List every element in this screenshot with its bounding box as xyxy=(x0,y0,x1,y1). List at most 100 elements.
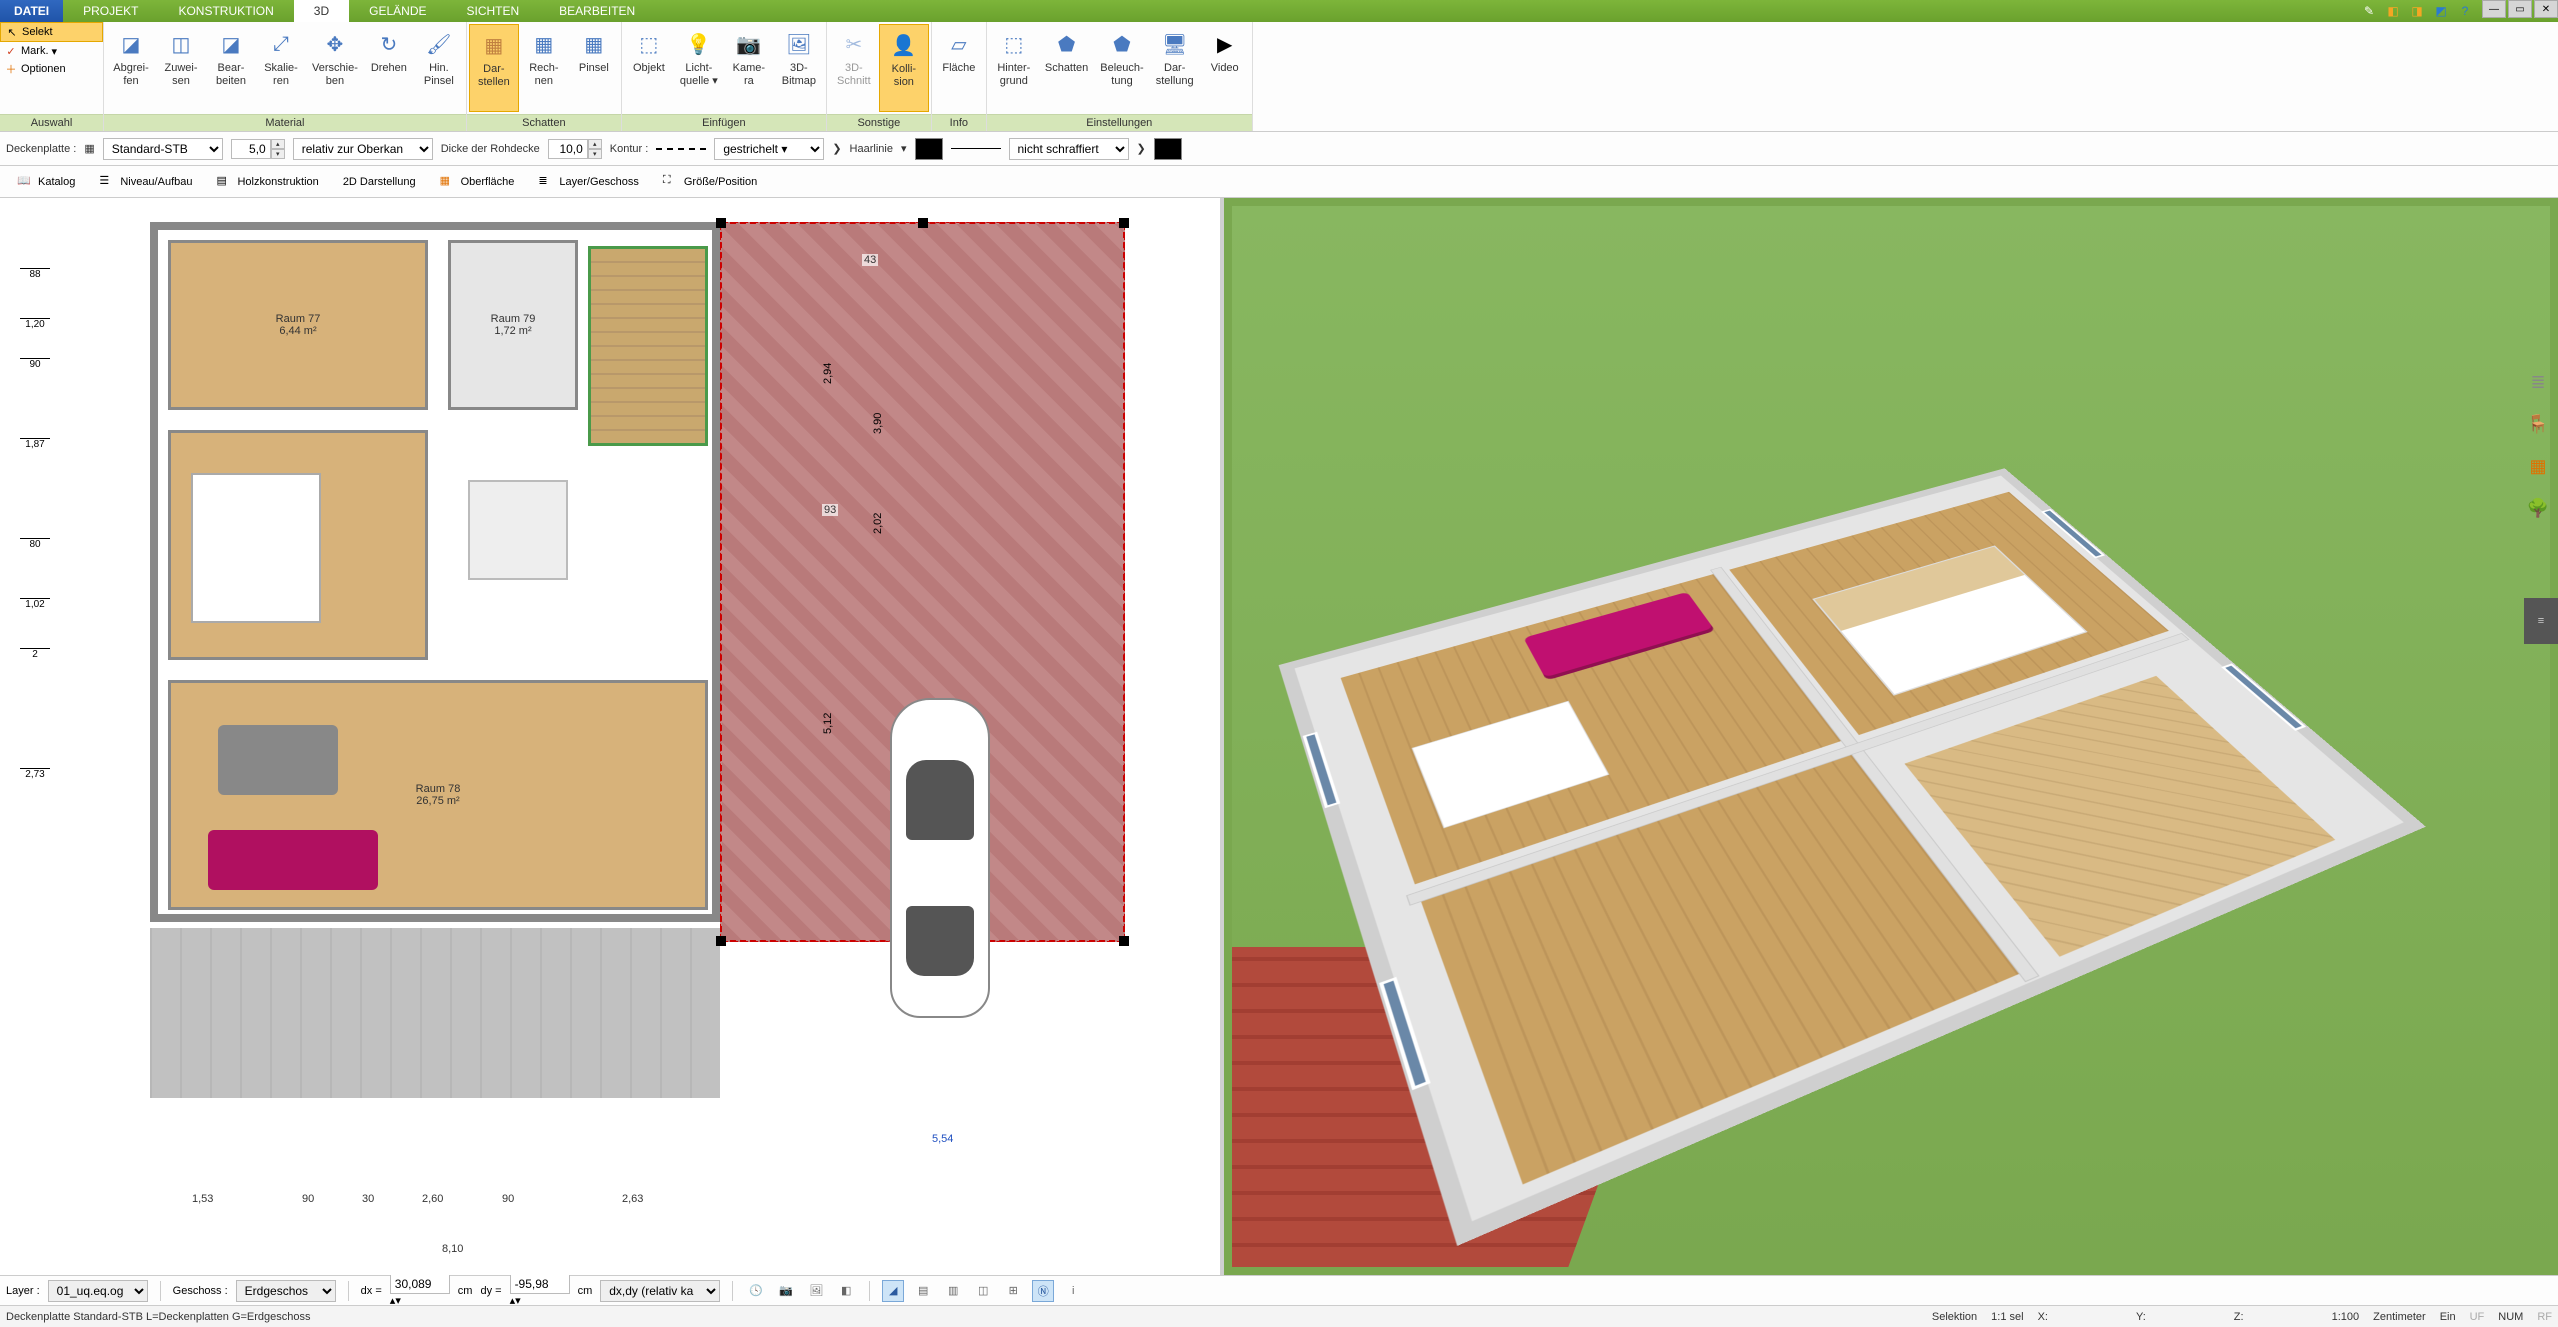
tab-3d[interactable]: 3D xyxy=(294,0,349,22)
dicke-spinner[interactable]: ▴▾ xyxy=(548,139,602,159)
iso-icon[interactable]: ◧ xyxy=(835,1280,857,1302)
north-icon[interactable]: Ⓝ xyxy=(1032,1280,1054,1302)
scene-icon[interactable]: 🖼 xyxy=(805,1280,827,1302)
groesseposition-button[interactable]: ⛶Größe/Position xyxy=(652,169,768,195)
selekt-button[interactable]: ↖Selekt xyxy=(0,22,103,42)
hintergrund-button[interactable]: ⬚Hinter- grund xyxy=(989,24,1039,112)
up-icon[interactable]: ▴ xyxy=(271,139,285,149)
abgreifen-button[interactable]: ◪Abgrei- fen xyxy=(106,24,156,112)
tab-bearbeiten[interactable]: BEARBEITEN xyxy=(539,0,655,22)
3dschnitt-button[interactable]: ✂3D- Schnitt xyxy=(829,24,879,112)
panel-handle[interactable]: ≡ xyxy=(2524,598,2558,644)
zuweisen-button[interactable]: ◫Zuwei- sen xyxy=(156,24,206,112)
info-icon[interactable]: i xyxy=(1062,1280,1084,1302)
help-icon[interactable]: ? xyxy=(2456,2,2474,20)
lichtquelle-button[interactable]: 💡Licht- quelle ▾ xyxy=(674,24,724,112)
handle-icon[interactable] xyxy=(716,218,726,228)
schatten-set-button[interactable]: ⬟Schatten xyxy=(1039,24,1094,112)
pane-3d[interactable] xyxy=(1224,198,2558,1275)
flaeche-button[interactable]: ▱Fläche xyxy=(934,24,984,112)
furniture-icon[interactable]: 🪑 xyxy=(2524,410,2552,438)
geschoss-select[interactable]: Erdgeschos xyxy=(236,1280,336,1302)
room-77[interactable]: Raum 77 6,44 m² xyxy=(168,240,428,410)
tab-datei[interactable]: DATEI xyxy=(0,0,63,22)
kollision-button[interactable]: 👤Kolli- sion xyxy=(879,24,929,112)
palette-icon[interactable]: ▦ xyxy=(2524,452,2552,480)
objekt-button[interactable]: ⬚Objekt xyxy=(624,24,674,112)
3dbitmap-button[interactable]: 🖼3D- Bitmap xyxy=(774,24,824,112)
room-79[interactable]: Raum 79 1,72 m² xyxy=(448,240,578,410)
dicke-input[interactable] xyxy=(548,139,588,159)
mode-select[interactable]: dx,dy (relativ ka xyxy=(600,1280,720,1302)
dy-input[interactable] xyxy=(510,1274,570,1294)
layergeschoss-button[interactable]: ≣Layer/Geschoss xyxy=(527,169,649,195)
box2-icon[interactable]: ◨ xyxy=(2408,2,2426,20)
scene-3d[interactable] xyxy=(1232,206,2550,1267)
pane-2d[interactable]: 88 1,20 90 1,87 80 1,02 2 2,73 Raum 77 6… xyxy=(0,198,1224,1275)
tree-icon[interactable]: 🌳 xyxy=(2524,494,2552,522)
close-icon[interactable]: ✕ xyxy=(2534,0,2558,18)
deckenplatte-select[interactable]: Standard-STB xyxy=(103,138,223,160)
grid-icon[interactable]: ⊞ xyxy=(1002,1280,1024,1302)
optionen-button[interactable]: ＋Optionen xyxy=(0,60,103,78)
schraffiert-select[interactable]: nicht schraffiert xyxy=(1009,138,1129,160)
skalieren-button[interactable]: ⤢Skalie- ren xyxy=(256,24,306,112)
clock-icon[interactable]: 🕓 xyxy=(745,1280,767,1302)
shading-icon[interactable]: ◢ xyxy=(882,1280,904,1302)
up-icon[interactable]: ▴ xyxy=(588,139,602,149)
darstellen-button[interactable]: ▦Dar- stellen xyxy=(469,24,519,112)
armchair[interactable] xyxy=(218,725,338,795)
tab-projekt[interactable]: PROJEKT xyxy=(63,0,158,22)
pinsel-button[interactable]: ▦Pinsel xyxy=(569,24,619,112)
handle-icon[interactable] xyxy=(1119,936,1129,946)
relativ-select[interactable]: relativ zur Oberkan xyxy=(293,138,433,160)
layers-panel-icon[interactable]: ≣ xyxy=(2524,368,2552,396)
rechnen-button[interactable]: ▦Rech- nen xyxy=(519,24,569,112)
bathroom-fixture[interactable] xyxy=(468,480,568,580)
sofa[interactable] xyxy=(208,830,378,890)
box3-icon[interactable]: ◩ xyxy=(2432,2,2450,20)
chevron-icon[interactable]: ❯ xyxy=(832,142,841,155)
transparent-icon[interactable]: ◫ xyxy=(972,1280,994,1302)
darstellung2d-button[interactable]: 2D Darstellung xyxy=(332,171,427,193)
stairs[interactable] xyxy=(588,246,708,446)
layer-select[interactable]: 01_uq.eq.og xyxy=(48,1280,148,1302)
room-81[interactable]: Raum 81 10,23 m² xyxy=(168,430,428,660)
chevron-icon[interactable]: ❯ xyxy=(1137,142,1146,155)
color2-swatch[interactable] xyxy=(1154,138,1182,160)
video-button[interactable]: ▶Video xyxy=(1200,24,1250,112)
box1-icon[interactable]: ◧ xyxy=(2384,2,2402,20)
mark-button[interactable]: ✓Mark.▾ xyxy=(0,42,103,60)
hinpinsel-button[interactable]: 🖌Hin. Pinsel xyxy=(414,24,464,112)
bearbeiten-button[interactable]: ◪Bear- beiten xyxy=(206,24,256,112)
minimize-icon[interactable]: — xyxy=(2482,0,2506,18)
tab-konstruktion[interactable]: KONSTRUKTION xyxy=(158,0,293,22)
niveau-button[interactable]: ☰Niveau/Aufbau xyxy=(88,169,203,195)
verschieben-button[interactable]: ✥Verschie- ben xyxy=(306,24,364,112)
beleuchtung-button[interactable]: ⬟Beleuch- tung xyxy=(1094,24,1149,112)
bed[interactable] xyxy=(191,473,321,623)
kontur-style-select[interactable]: gestrichelt ▾ xyxy=(714,138,824,160)
haarlinie-drop-icon[interactable]: ▾ xyxy=(901,142,907,155)
thickness-spinner[interactable]: ▴▾ xyxy=(231,139,285,159)
maximize-icon[interactable]: ▭ xyxy=(2508,0,2532,18)
drehen-button[interactable]: ↻Drehen xyxy=(364,24,414,112)
down-icon[interactable]: ▾ xyxy=(588,149,602,159)
car[interactable] xyxy=(890,698,990,1018)
color1-swatch[interactable] xyxy=(915,138,943,160)
pencil-icon[interactable]: ✎ xyxy=(2360,2,2378,20)
tab-sichten[interactable]: SICHTEN xyxy=(447,0,540,22)
oberflaeche-button[interactable]: ▦Oberfläche xyxy=(429,169,526,195)
handle-icon[interactable] xyxy=(716,936,726,946)
terrace[interactable] xyxy=(150,928,720,1098)
down-icon[interactable]: ▾ xyxy=(271,149,285,159)
thickness-input[interactable] xyxy=(231,139,271,159)
camera-tool-icon[interactable]: 📷 xyxy=(775,1280,797,1302)
handle-icon[interactable] xyxy=(918,218,928,228)
darstellung-button[interactable]: 🖥Dar- stellung xyxy=(1150,24,1200,112)
tab-gelaende[interactable]: GELÄNDE xyxy=(349,0,446,22)
dx-input[interactable] xyxy=(390,1274,450,1294)
holz-button[interactable]: ▤Holzkonstruktion xyxy=(205,169,329,195)
wireframe-icon[interactable]: ▤ xyxy=(912,1280,934,1302)
hidden-icon[interactable]: ▥ xyxy=(942,1280,964,1302)
